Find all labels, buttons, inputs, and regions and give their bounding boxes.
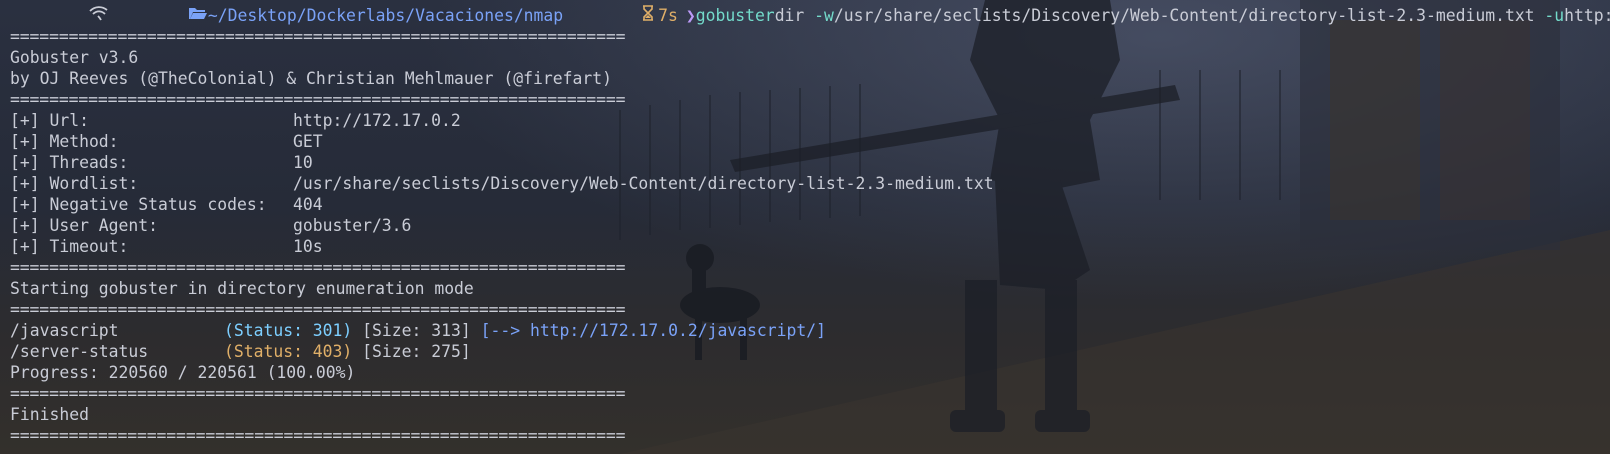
flag-url: -u: [1544, 6, 1565, 25]
config-key: [+] Threads:: [10, 153, 129, 172]
config-key: [+] User Agent:: [10, 216, 159, 235]
command-name: gobuster: [695, 6, 775, 25]
separator: ========================================…: [10, 426, 626, 445]
banner-version: Gobuster v3.6: [10, 48, 139, 67]
config-value: /usr/share/seclists/Discovery/Web-Conten…: [293, 174, 994, 193]
command-subcommand: dir: [774, 6, 815, 25]
result-status: (Status: 403): [224, 342, 353, 361]
separator: ========================================…: [10, 27, 626, 46]
result-status: (Status: 301): [224, 321, 353, 340]
config-value: 10: [293, 153, 313, 172]
config-key: [+] Method:: [10, 132, 119, 151]
separator: ========================================…: [10, 384, 626, 403]
result-row: /server-status (Status: 403) [Size: 275]: [10, 341, 1610, 362]
result-path: /server-status: [10, 342, 149, 361]
config-row: [+] Negative Status codes: 404: [10, 194, 1610, 215]
separator: ========================================…: [10, 258, 626, 277]
config-value: http://172.17.0.2: [293, 111, 461, 130]
config-row: [+] Wordlist: /usr/share/seclists/Discove…: [10, 173, 1610, 194]
result-path: /javascript: [10, 321, 119, 340]
result-size: [Size: 313]: [362, 321, 471, 340]
result-redirect-link[interactable]: [--> http://172.17.0.2/javascript/]: [481, 321, 826, 340]
config-key: [+] Wordlist:: [10, 174, 139, 193]
shell-prompt[interactable]: ~/Desktop/Dockerlabs/Vacaciones/nmap 7s …: [10, 5, 1610, 26]
banner-authors: by OJ Reeves (@TheColonial) & Christian …: [10, 69, 612, 88]
config-row: [+] Timeout: 10s: [10, 236, 1610, 257]
config-value: gobuster/3.6: [293, 216, 412, 235]
result-row: /javascript (Status: 301) [Size: 313] [--…: [10, 320, 1610, 341]
wordlist-argument: /usr/share/seclists/Discovery/Web-Conten…: [833, 6, 1545, 25]
mode-message: Starting gobuster in directory enumerati…: [10, 279, 474, 298]
config-key: [+] Timeout:: [10, 237, 129, 256]
terminal-window[interactable]: ~/Desktop/Dockerlabs/Vacaciones/nmap 7s …: [0, 0, 1610, 454]
config-key: [+] Url:: [10, 111, 89, 130]
config-value: 404: [293, 195, 323, 214]
finished-line: Finished: [10, 405, 89, 424]
terminal-output: ~/Desktop/Dockerlabs/Vacaciones/nmap 7s …: [10, 5, 1610, 446]
config-value: GET: [293, 132, 323, 151]
result-size: [Size: 275]: [362, 342, 471, 361]
progress-line: Progress: 220560 / 220561 (100.00%): [10, 363, 356, 382]
command-duration: 7s: [658, 6, 678, 25]
url-argument: http://172.17.0.2: [1564, 6, 1610, 25]
flag-wordlist: -w: [814, 6, 834, 25]
config-value: 10s: [293, 237, 323, 256]
config-row: [+] Threads: 10: [10, 152, 1610, 173]
config-row: [+] Url: http://172.17.0.2: [10, 110, 1610, 131]
separator: ========================================…: [10, 300, 626, 319]
config-key: [+] Negative Status codes:: [10, 195, 267, 214]
config-row: [+] Method: GET: [10, 131, 1610, 152]
config-row: [+] User Agent: gobuster/3.6: [10, 215, 1610, 236]
prompt-chevron: ❯: [685, 6, 696, 25]
separator: ========================================…: [10, 90, 626, 109]
prompt-path: ~/Desktop/Dockerlabs/Vacaciones/nmap: [207, 6, 564, 25]
